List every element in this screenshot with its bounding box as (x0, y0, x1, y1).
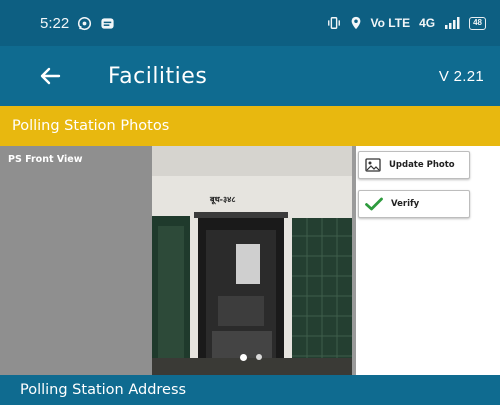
carousel-dot-2[interactable] (256, 354, 262, 360)
photo-label: PS Front View (8, 154, 83, 165)
app-version: V 2.21 (438, 67, 484, 85)
image-icon (365, 158, 381, 172)
photo-panel: PS Front View बूथ-३४८ Update Photo Verif… (0, 146, 500, 375)
clock: 5:22 (40, 14, 70, 32)
section-header-address[interactable]: Polling Station Address (0, 375, 500, 405)
back-arrow-icon[interactable] (36, 62, 64, 90)
signal-icon (444, 17, 460, 29)
app-bar: Facilities V 2.21 (0, 46, 500, 106)
network-type-label: Vo LTE (370, 16, 411, 30)
whatsapp-icon (77, 16, 92, 31)
photo-divider (352, 146, 356, 375)
location-icon (350, 16, 362, 30)
section-header-photos: Polling Station Photos (0, 106, 500, 146)
wall-text: बूथ-३४८ (210, 195, 236, 204)
status-bar-right: Vo LTE 4G 48 (327, 16, 486, 30)
battery-indicator: 48 (469, 16, 486, 30)
carousel-dot-1[interactable] (240, 354, 247, 361)
page-title: Facilities (108, 63, 208, 89)
next-section-title: Polling Station Address (20, 382, 187, 398)
update-photo-label: Update Photo (389, 160, 455, 170)
photo-label-panel: PS Front View (0, 146, 152, 375)
checkmark-icon (365, 197, 383, 211)
message-icon (100, 16, 115, 31)
status-bar-left: 5:22 (40, 15, 115, 32)
section-title: Polling Station Photos (12, 118, 170, 134)
verify-label: Verify (391, 199, 420, 209)
update-photo-button[interactable]: Update Photo (358, 151, 470, 179)
verify-button[interactable]: Verify (358, 190, 470, 218)
status-bar: 5:22 Vo LTE 4G 48 (0, 0, 500, 46)
vibrate-icon (327, 16, 341, 30)
signal-type-label: 4G (419, 16, 436, 30)
polling-station-photo[interactable]: बूथ-३४८ (152, 146, 352, 375)
